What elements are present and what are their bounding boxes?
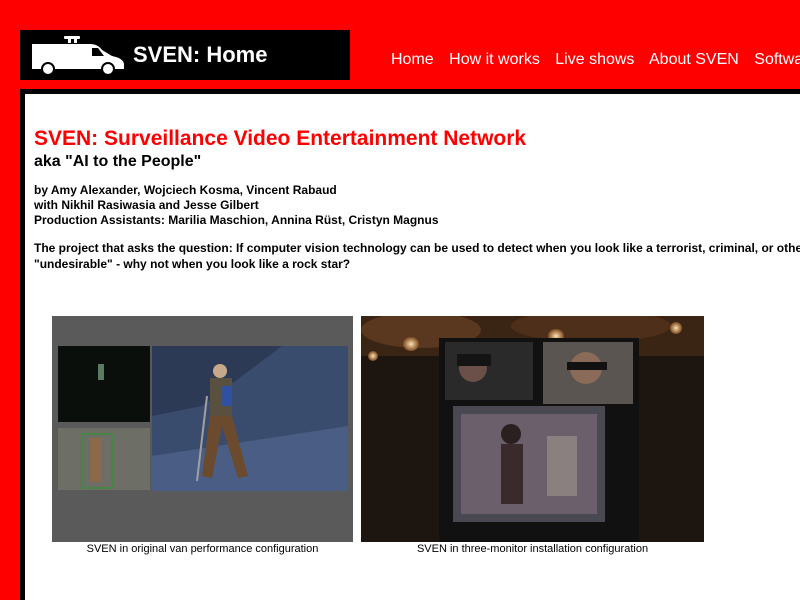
credits-line: by Amy Alexander, Wojciech Kosma, Vincen… <box>34 183 337 197</box>
page-title: SVEN: Surveillance Video Entertainment N… <box>34 127 527 150</box>
credits: by Amy Alexander, Wojciech Kosma, Vincen… <box>34 183 439 228</box>
main-nav: Home How it works Live shows About SVEN … <box>391 51 800 69</box>
intro-text: The project that asks the question: If c… <box>34 240 800 272</box>
intro-line: The project that asks the question: If c… <box>34 241 800 255</box>
van-icon <box>32 36 124 76</box>
site-title: SVEN: Home <box>133 42 268 67</box>
credits-line: Production Assistants: Marilia Maschion,… <box>34 213 439 227</box>
page-subtitle: aka "AI to the People" <box>34 153 202 170</box>
van-performance-photo <box>52 316 353 542</box>
page: SVEN: Home Home How it works Live shows … <box>0 0 800 600</box>
content-panel: SVEN: Surveillance Video Entertainment N… <box>20 89 800 600</box>
intro-line: "undesirable" - why not when you look li… <box>34 257 351 271</box>
nav-home[interactable]: Home <box>391 51 434 68</box>
figure-caption: SVEN in three-monitor installation confi… <box>416 543 649 555</box>
site-logo[interactable]: SVEN: Home <box>20 30 350 80</box>
nav-live-shows[interactable]: Live shows <box>555 51 634 68</box>
figure-three-monitor: SVEN in three-monitor installation confi… <box>361 316 704 555</box>
figure-caption: SVEN in original van performance configu… <box>86 543 319 555</box>
three-monitor-photo <box>361 316 704 542</box>
figure-van-performance: SVEN in original van performance configu… <box>52 316 353 555</box>
nav-about-sven[interactable]: About SVEN <box>649 51 739 68</box>
nav-software[interactable]: Software <box>754 51 800 68</box>
nav-how-it-works[interactable]: How it works <box>449 51 540 68</box>
credits-line: with Nikhil Rasiwasia and Jesse Gilbert <box>34 198 259 212</box>
